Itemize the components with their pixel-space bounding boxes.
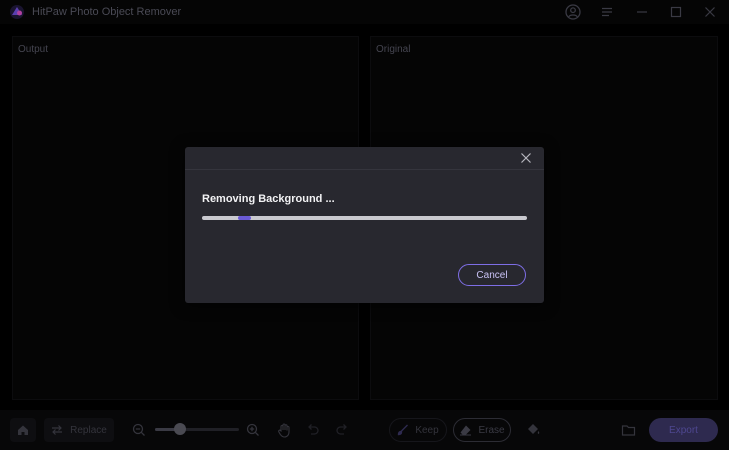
dialog-header — [185, 147, 544, 170]
maximize-icon[interactable] — [667, 3, 685, 21]
menu-icon[interactable] — [598, 3, 616, 21]
account-icon[interactable] — [564, 3, 582, 21]
app-window: HitPaw Photo Object Remover Output Origi… — [0, 0, 729, 450]
erase-button[interactable]: Erase — [453, 418, 511, 442]
redo-icon[interactable] — [335, 423, 349, 437]
undo-icon[interactable] — [306, 423, 320, 437]
zoom-out-icon[interactable] — [132, 423, 146, 437]
app-title: HitPaw Photo Object Remover — [32, 6, 182, 18]
export-button[interactable]: Export — [649, 418, 718, 442]
app-logo-icon — [10, 5, 24, 19]
progress-bar — [202, 216, 527, 220]
brush-icon — [398, 424, 409, 436]
original-label: Original — [376, 44, 411, 55]
replace-button[interactable]: Replace — [44, 418, 114, 442]
export-label: Export — [669, 424, 698, 436]
output-label: Output — [18, 44, 49, 55]
hand-pan-icon[interactable] — [277, 422, 292, 438]
dialog-title: Removing Background ... — [202, 193, 335, 205]
close-icon[interactable] — [701, 3, 719, 21]
folder-icon[interactable] — [621, 423, 636, 437]
home-button[interactable] — [10, 418, 36, 442]
keep-button[interactable]: Keep — [389, 418, 447, 442]
zoom-in-icon[interactable] — [246, 423, 260, 437]
dialog-close-icon[interactable] — [520, 152, 532, 164]
paint-bucket-icon[interactable] — [525, 422, 541, 438]
progress-bar-fill — [237, 216, 251, 220]
home-icon — [18, 425, 28, 435]
cancel-button[interactable]: Cancel — [458, 264, 526, 286]
cancel-label: Cancel — [476, 269, 508, 281]
erase-label: Erase — [478, 424, 505, 436]
bottom-toolbar: Replace Keep Erase Export — [0, 410, 729, 450]
swap-icon — [52, 425, 63, 435]
eraser-icon — [460, 425, 472, 436]
replace-label: Replace — [70, 424, 107, 436]
progress-dialog: Removing Background ... Cancel — [185, 147, 544, 303]
title-bar: HitPaw Photo Object Remover — [0, 0, 729, 24]
minimize-icon[interactable] — [633, 3, 651, 21]
zoom-slider-handle[interactable] — [174, 423, 187, 435]
zoom-slider[interactable] — [155, 423, 239, 435]
keep-label: Keep — [415, 424, 439, 436]
